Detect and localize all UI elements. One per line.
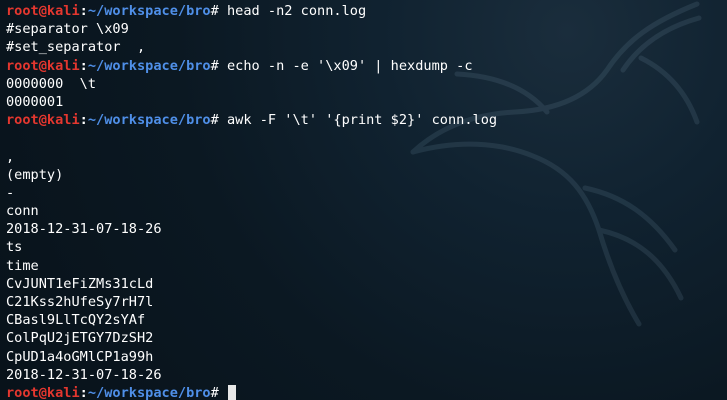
prompt-separator: : bbox=[79, 112, 88, 129]
output-line: #set_separator , bbox=[6, 39, 146, 56]
prompt-line: root@kali:~/workspace/bro# bbox=[6, 384, 727, 400]
terminal-window[interactable]: root@kali:~/workspace/bro# head -n2 conn… bbox=[0, 0, 727, 400]
prompt-user-host: root@kali bbox=[6, 57, 80, 74]
prompt-user-host: root@kali bbox=[6, 384, 80, 400]
output-line: 0000001 bbox=[6, 93, 64, 110]
output-line: conn bbox=[6, 203, 39, 220]
command-text bbox=[219, 385, 227, 400]
prompt-user-host: root@kali bbox=[6, 3, 80, 19]
prompt-separator: : bbox=[79, 3, 88, 19]
prompt-symbol: # bbox=[210, 384, 219, 400]
prompt-symbol: # bbox=[210, 57, 219, 74]
output-line: ColPqU2jETGY7DzSH2 bbox=[6, 330, 154, 347]
prompt-path: ~/workspace/bro bbox=[87, 3, 211, 19]
prompt-path: ~/workspace/bro bbox=[87, 112, 211, 129]
output-line: 2018-12-31-07-18-26 bbox=[6, 366, 162, 383]
command-text: head -n2 conn.log bbox=[218, 3, 367, 19]
output-line: , bbox=[6, 148, 15, 165]
output-line: CBasl9LlTcQY2sYAf bbox=[6, 312, 146, 329]
output-line: #separator \x09 bbox=[6, 21, 129, 38]
output-line: (empty) bbox=[6, 166, 64, 183]
prompt-separator: : bbox=[79, 57, 88, 74]
output-line: CvJUNT1eFiZMs31cLd bbox=[6, 275, 154, 292]
output-line: time bbox=[6, 257, 39, 274]
prompt-line: root@kali:~/workspace/bro# echo -n -e '\… bbox=[6, 57, 727, 75]
command-text: awk -F '\t' '{print $2}' conn.log bbox=[218, 112, 498, 129]
output-line: 2018-12-31-07-18-26 bbox=[6, 221, 162, 238]
prompt-symbol: # bbox=[210, 3, 219, 19]
prompt-path: ~/workspace/bro bbox=[87, 57, 211, 74]
output-line: CpUD1a4oGMlCP1a99h bbox=[6, 348, 154, 365]
prompt-line: root@kali:~/workspace/bro# awk -F '\t' '… bbox=[6, 111, 727, 129]
output-line: C21Kss2hUfeSy7rH7l bbox=[6, 294, 154, 310]
prompt-path: ~/workspace/bro bbox=[87, 384, 211, 400]
terminal-output: root@kali:~/workspace/bro# head -n2 conn… bbox=[6, 2, 727, 400]
terminal-cursor[interactable] bbox=[228, 384, 236, 400]
prompt-symbol: # bbox=[210, 112, 219, 129]
output-line: ts bbox=[6, 239, 23, 256]
prompt-separator: : bbox=[79, 384, 88, 400]
command-text: echo -n -e '\x09' | hexdump -c bbox=[218, 57, 473, 74]
output-line: - bbox=[6, 184, 15, 201]
prompt-line: root@kali:~/workspace/bro# head -n2 conn… bbox=[6, 2, 727, 20]
output-line: 0000000 \t bbox=[6, 75, 97, 92]
prompt-user-host: root@kali bbox=[6, 112, 80, 129]
